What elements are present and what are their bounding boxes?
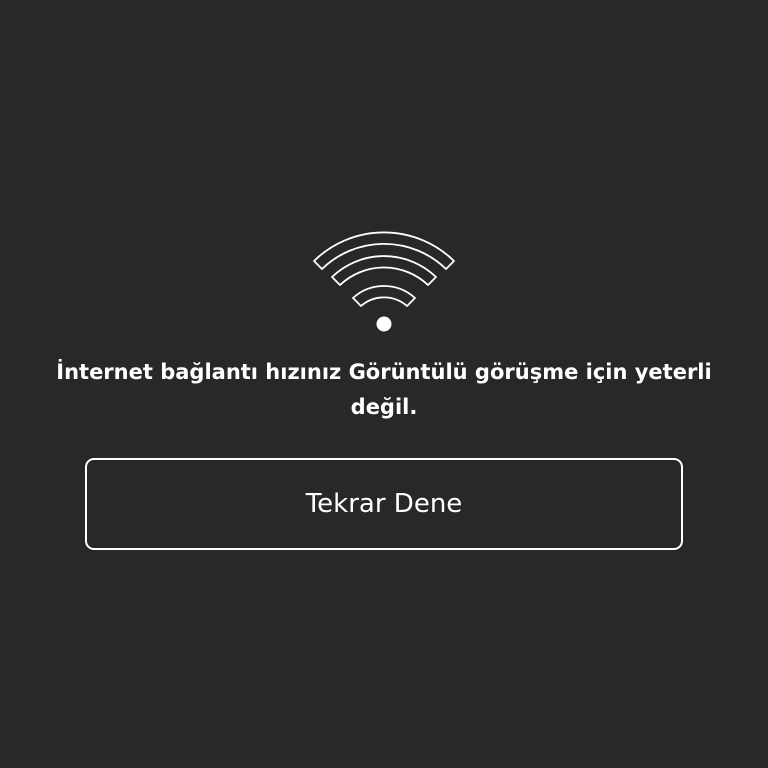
retry-button[interactable]: Tekrar Dene	[85, 458, 683, 550]
error-message: İnternet bağlantı hızınız Görüntülü görü…	[56, 360, 712, 419]
connection-error-screen: İnternet bağlantı hızınız Görüntülü görü…	[0, 0, 768, 768]
wifi-icon	[313, 231, 455, 332]
